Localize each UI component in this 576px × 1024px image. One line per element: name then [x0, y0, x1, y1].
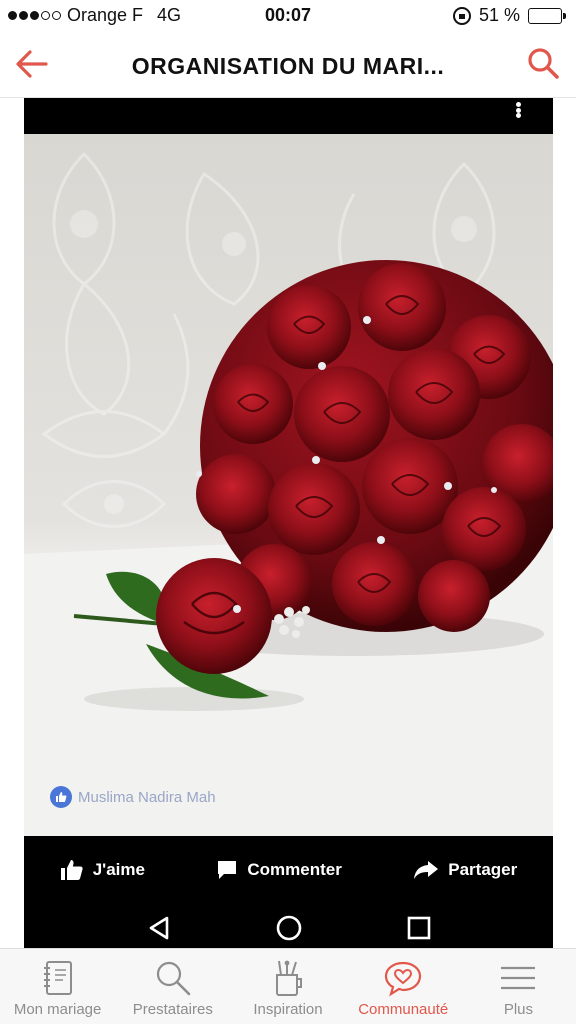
hamburger-menu-icon	[501, 966, 536, 990]
thumbs-up-icon	[56, 792, 67, 802]
tab-label: Plus	[503, 1001, 533, 1018]
status-bar: Orange F 4G 00:07 51 %	[0, 0, 576, 32]
share-arrow-icon	[414, 861, 439, 879]
battery-icon	[528, 7, 566, 24]
battery-percent: 51 %	[478, 5, 520, 25]
comment-bubble-icon	[218, 861, 237, 879]
like-badge-icon	[50, 786, 72, 808]
tools-cup-icon	[276, 960, 302, 996]
share-button[interactable]: Partager	[413, 859, 517, 881]
status-right: 51 %	[452, 5, 566, 26]
tab-inspiration[interactable]: Inspiration	[230, 949, 345, 1024]
post-image-card[interactable]: Muslima Nadira Mah J'aime Commenter Part…	[24, 98, 553, 948]
search-button[interactable]	[524, 44, 564, 84]
post-action-bar: J'aime Commenter Partager	[24, 846, 553, 894]
more-options-icon[interactable]	[513, 100, 523, 120]
tab-communaute[interactable]: Communauté	[346, 949, 461, 1024]
tab-label: Mon mariage	[13, 1001, 102, 1018]
tab-label: Prestataires	[132, 1001, 213, 1018]
bottom-tab-bar: Mon mariage Prestataires Inspiration Com…	[0, 948, 576, 1024]
comment-button[interactable]: Commenter	[216, 859, 342, 881]
android-nav-bar	[24, 908, 553, 948]
top-app-bar: ORGANISATION DU MARI...	[0, 32, 576, 98]
back-arrow-icon	[16, 50, 48, 78]
search-icon	[528, 48, 559, 79]
comment-label: Commenter	[247, 860, 342, 879]
page-title: ORGANISATION DU MARI...	[131, 53, 445, 79]
tab-mon-mariage[interactable]: Mon mariage	[0, 949, 115, 1024]
like-label: J'aime	[92, 860, 145, 879]
android-recents-icon[interactable]	[406, 915, 432, 941]
android-back-icon[interactable]	[146, 915, 172, 941]
notebook-icon	[43, 961, 72, 995]
tab-label: Communauté	[358, 1001, 449, 1018]
android-home-icon[interactable]	[275, 914, 303, 942]
photo-credit: Muslima Nadira Mah	[50, 786, 216, 808]
orientation-lock-icon	[452, 6, 471, 25]
thumbs-up-icon	[60, 860, 83, 880]
like-button[interactable]: J'aime	[60, 859, 145, 881]
share-label: Partager	[448, 860, 518, 879]
bouquet-photo[interactable]: Muslima Nadira Mah	[24, 134, 553, 836]
search-icon	[156, 961, 191, 996]
bouquet-photo-illustration	[24, 151, 553, 836]
tab-label: Inspiration	[253, 1001, 323, 1018]
back-button[interactable]	[12, 46, 52, 82]
tab-plus[interactable]: Plus	[461, 949, 576, 1024]
heart-bubble-icon	[385, 961, 422, 997]
photo-credit-name: Muslima Nadira Mah	[78, 788, 216, 806]
app-screen: Orange F 4G 00:07 51 % ORGANISATION DU M…	[0, 0, 576, 1024]
tab-prestataires[interactable]: Prestataires	[115, 949, 230, 1024]
